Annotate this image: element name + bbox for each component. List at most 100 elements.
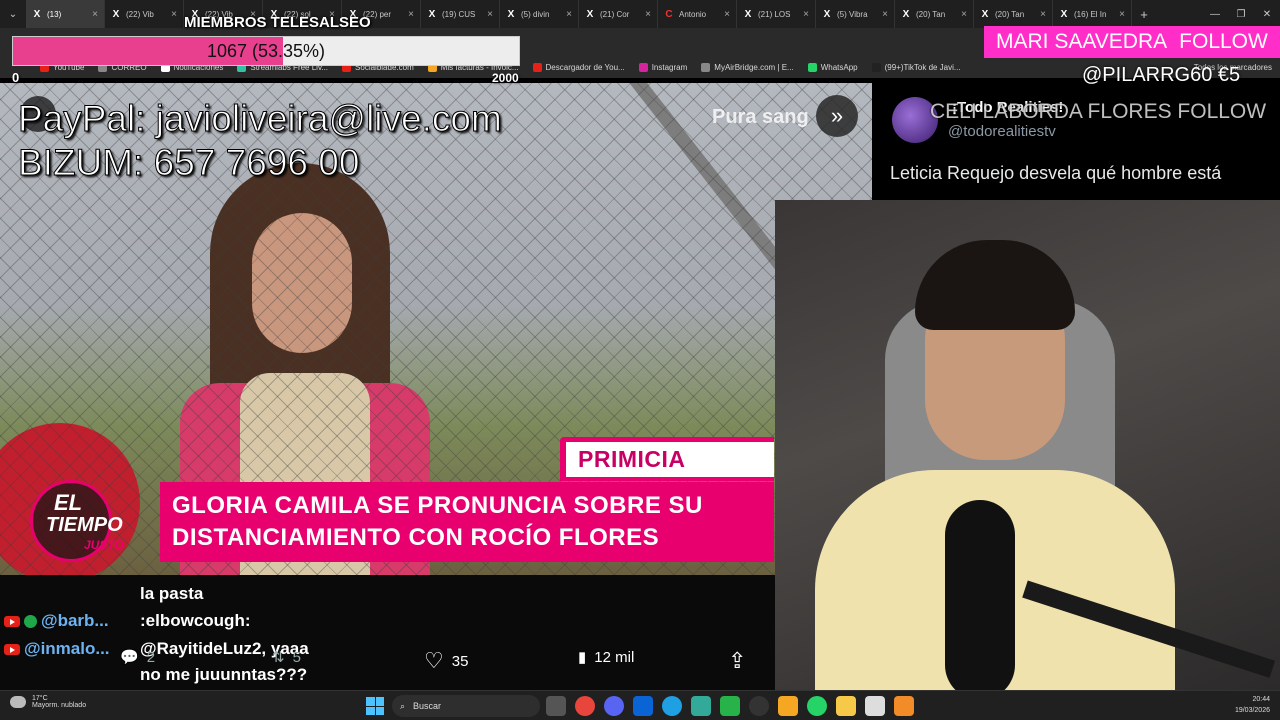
share-icon: ⇪ (728, 648, 747, 673)
next-video-button[interactable]: » (816, 95, 858, 137)
chat-username[interactable]: @barb... (41, 611, 109, 631)
browser-tab[interactable]: X (19) CUS × (421, 0, 500, 28)
goal-min: 0 (12, 70, 20, 85)
app-icon[interactable] (691, 696, 711, 716)
chat-username[interactable]: @inmalo... (24, 639, 110, 659)
tab-close-icon[interactable]: × (961, 9, 967, 20)
tab-close-icon[interactable]: × (171, 9, 177, 20)
bookmark-item[interactable]: Descargador de You... (532, 62, 625, 72)
bookmark-favicon-icon (871, 62, 881, 72)
clock-time: 20:44 (1252, 696, 1270, 703)
tab-label: (22) Vib (126, 9, 154, 19)
browser-tab[interactable]: X (21) LOS × (737, 0, 816, 28)
edge-icon[interactable] (662, 696, 682, 716)
weather-description: Mayorm. nublado (32, 702, 87, 709)
chat-panel (0, 575, 775, 690)
task-view-icon[interactable] (546, 696, 566, 716)
browser-tab[interactable]: X (16) El In × (1053, 0, 1132, 28)
weather-temperature: 17°C (32, 695, 48, 702)
reply-button[interactable]: 💬 2 (120, 648, 155, 667)
x-logo-icon: X (823, 8, 831, 20)
app-icon[interactable] (865, 696, 885, 716)
taskbar-apps (546, 696, 914, 716)
x-logo-icon: X (981, 8, 989, 20)
bookmark-favicon-icon (807, 62, 817, 72)
chrome-icon[interactable] (575, 696, 595, 716)
obs-icon[interactable] (749, 696, 769, 716)
maximize-icon[interactable]: ❐ (1228, 0, 1254, 28)
x-logo-icon: X (1060, 8, 1068, 20)
bizum-overlay: BIZUM: 657 7696 00 (17, 142, 360, 184)
tab-close-icon[interactable]: × (803, 9, 809, 20)
tab-close-icon[interactable]: × (882, 9, 888, 20)
taskbar-search[interactable]: ⌕ Buscar (392, 695, 540, 717)
like-button[interactable]: ♡ 35 (424, 648, 468, 674)
tab-close-icon[interactable]: × (645, 9, 651, 20)
close-window-icon[interactable]: ✕ (1254, 0, 1280, 28)
bookmark-item[interactable]: (99+)TikTok de Javi... (871, 62, 961, 72)
microphone (945, 500, 1015, 690)
bookmark-label: MyAirBridge.com | E... (714, 62, 794, 72)
bookmark-favicon-icon (638, 62, 648, 72)
minimize-icon[interactable]: — (1202, 0, 1228, 28)
x-logo-icon: X (33, 8, 41, 20)
tab-close-icon[interactable]: × (566, 9, 572, 20)
follow-alert-name: MARI SAAVEDRA (996, 30, 1168, 53)
browser-tab[interactable]: X (21) Cor × (579, 0, 658, 28)
bookmark-item[interactable]: Instagram (638, 62, 687, 72)
whatsapp-icon[interactable] (807, 696, 827, 716)
el-tiempo-justo-logo: EL TIEMPO JUSTO (30, 480, 150, 562)
x-logo-icon: X (428, 8, 436, 20)
browser-tab[interactable]: X (5) divin × (500, 0, 579, 28)
start-button[interactable] (366, 697, 384, 715)
bookmark-item[interactable]: WhatsApp (807, 62, 858, 72)
tab-label: (5) divin (521, 9, 550, 19)
search-icon: ⌕ (400, 700, 406, 711)
tab-close-icon[interactable]: × (1040, 9, 1046, 20)
logo-el: EL (54, 490, 83, 515)
browser-tab[interactable]: X (20) Tan × (895, 0, 974, 28)
browser-tab[interactable]: C Antonio × (658, 0, 737, 28)
views-button[interactable]: ▮ 12 mil (578, 648, 634, 667)
chat-user[interactable]: @inmalo... (4, 639, 110, 659)
bookmark-favicon-icon (532, 62, 542, 72)
system-clock[interactable]: 20:44 19/03/2026 (1235, 694, 1270, 716)
goal-progress-text: 1067 (53.35%) (206, 40, 326, 61)
x-logo-icon: X (586, 8, 594, 20)
share-button[interactable]: ⇪ (728, 648, 746, 674)
bookmark-favicon-icon (701, 62, 711, 72)
streamer-webcam (775, 200, 1280, 690)
tab-close-icon[interactable]: × (724, 9, 730, 20)
chat-message: :elbowcough: (140, 611, 251, 630)
tab-label: (21) Cor (600, 9, 630, 19)
tab-close-icon[interactable]: × (92, 9, 98, 20)
weather-widget[interactable]: 17°C Mayorm. nublado (10, 695, 86, 709)
outlook-icon[interactable] (633, 696, 653, 716)
tab-close-icon[interactable]: × (1119, 9, 1125, 20)
app-icon[interactable] (778, 696, 798, 716)
new-tab-button[interactable]: + (1132, 7, 1156, 22)
browser-tab[interactable]: X (13) × (26, 0, 105, 28)
camtasia-icon[interactable] (720, 696, 740, 716)
file-explorer-icon[interactable] (836, 696, 856, 716)
search-placeholder: Buscar (413, 701, 442, 711)
bookmark-item[interactable]: MyAirBridge.com | E... (701, 62, 794, 72)
tab-search-button[interactable]: ⌄ (0, 0, 26, 28)
chat-message: la pasta (140, 584, 204, 603)
tab-close-icon[interactable]: × (408, 9, 414, 20)
logo-justo: JUSTO (84, 538, 124, 552)
goal-max: 2000 (492, 71, 519, 85)
x-logo-icon: X (507, 8, 515, 20)
vlc-icon[interactable] (894, 696, 914, 716)
discord-icon[interactable] (604, 696, 624, 716)
follow-alert: MARI SAAVEDRA FOLLOW (984, 26, 1280, 58)
tab-close-icon[interactable]: × (487, 9, 493, 20)
browser-tab[interactable]: X (5) Vibra × (816, 0, 895, 28)
browser-tab[interactable]: X (20) Tan × (974, 0, 1053, 28)
browser-tab[interactable]: X (22) Vib × (105, 0, 184, 28)
headline-line-1: GLORIA CAMILA SE PRONUNCIA SOBRE SU (172, 492, 703, 519)
post-author-handle[interactable]: @todorealitiestv (948, 123, 1056, 140)
chat-user[interactable]: @barb... (4, 611, 109, 631)
repost-button[interactable]: ⇅ 5 (272, 648, 301, 667)
repost-icon: ⇅ (272, 649, 285, 666)
